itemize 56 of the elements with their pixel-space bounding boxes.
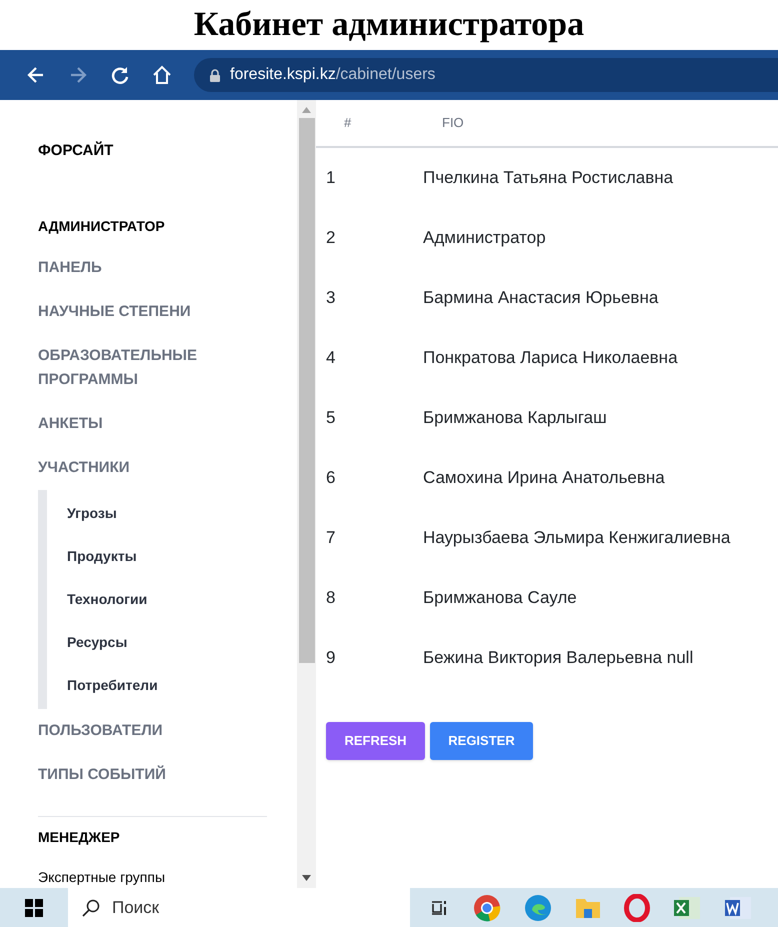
- search-placeholder: Поиск: [112, 896, 160, 919]
- submenu-link[interactable]: Угрозы: [67, 492, 267, 535]
- ring-o-icon[interactable]: [624, 894, 650, 922]
- section-heading: МЕНЕДЖЕР: [38, 828, 121, 847]
- spreadsheet-app-icon[interactable]: [673, 894, 701, 920]
- sidebar-link[interactable]: НАУЧНЫЕ СТЕПЕНИ: [38, 290, 228, 334]
- submenu-link[interactable]: Технологии: [67, 578, 267, 621]
- table-cell-text: 8: [325, 587, 336, 610]
- sidebar-link[interactable]: ТИПЫ СОБЫТИЙ: [38, 753, 228, 797]
- table-cell-text: Самохина Ирина Анатольевна: [423, 467, 665, 490]
- table-cell-text: 2: [325, 227, 336, 250]
- table-cell-text: 1: [325, 167, 336, 190]
- column-header: FIO: [442, 114, 465, 132]
- sidebar-link[interactable]: ОБРАЗОВАТЕЛЬНЫЕ ПРОГРАММЫ: [38, 334, 228, 402]
- table-cell-text: Бежина Виктория Валерьевна null: [423, 647, 694, 670]
- scrollbar[interactable]: [297, 100, 316, 888]
- table-cell-text: Администратор: [423, 227, 546, 250]
- submenu-link[interactable]: Продукты: [67, 535, 267, 578]
- sidebar-link[interactable]: УЧАСТНИКИ: [38, 446, 228, 490]
- table-cell-text: Пчелкина Татьяна Ростиславна: [423, 167, 674, 190]
- table-cell-text: 5: [325, 407, 336, 430]
- table-cell-text: Бармина Анастасия Юрьевна: [423, 287, 658, 310]
- taskbar-search-field[interactable]: Поиск: [68, 888, 410, 927]
- scrollbar-thumb[interactable]: [298, 118, 314, 663]
- reload-icon[interactable]: [110, 65, 130, 85]
- scroll-down-icon[interactable]: [302, 875, 311, 881]
- table-cell-text: Бримжанова Карлыгаш: [423, 407, 607, 430]
- home-icon[interactable]: [152, 65, 172, 85]
- document-caption: Кабинет администратора: [194, 8, 584, 42]
- table-cell-text: Бримжанова Сауле: [423, 587, 577, 610]
- action-button[interactable]: REGISTER: [430, 722, 533, 760]
- table-cell-text: 6: [325, 467, 336, 490]
- submenu-link[interactable]: Ресурсы: [67, 621, 267, 664]
- submenu-link[interactable]: Потребители: [67, 664, 267, 707]
- table-cell-text: 9: [325, 647, 336, 670]
- column-header: #: [343, 114, 352, 132]
- action-button[interactable]: REFRESH: [326, 722, 425, 760]
- table-cell-text: 3: [325, 287, 336, 310]
- table-cell-text: 7: [325, 527, 336, 550]
- lock-icon: [210, 68, 220, 82]
- windows-logo-icon[interactable]: [25, 898, 43, 916]
- back-arrow-icon[interactable]: [26, 65, 46, 85]
- section-heading: АДМИНИСТРАТОР: [38, 216, 166, 236]
- address-bar[interactable]: foresite.kspi.kz/cabinet/users: [194, 58, 778, 92]
- wave-browser-icon[interactable]: [524, 894, 552, 922]
- browser-round-icon[interactable]: [473, 894, 501, 922]
- table-cell-text: Наурызбаева Эльмира Кенжигалиевна: [423, 527, 730, 550]
- table-cell-text: 4: [325, 347, 336, 370]
- sidebar-link[interactable]: АНКЕТЫ: [38, 402, 228, 446]
- search-icon: [82, 898, 100, 916]
- sidebar-link[interactable]: ПОЛЬЗОВАТЕЛИ: [38, 709, 228, 753]
- sidebar-link[interactable]: ПАНЕЛЬ: [38, 246, 228, 290]
- brand-title: ФОРСАЙТ: [38, 140, 114, 162]
- document-app-icon[interactable]: [724, 894, 752, 920]
- table-cell-text: Понкратова Лариса Николаевна: [423, 347, 678, 370]
- url-text: foresite.kspi.kz/cabinet/users: [230, 65, 436, 85]
